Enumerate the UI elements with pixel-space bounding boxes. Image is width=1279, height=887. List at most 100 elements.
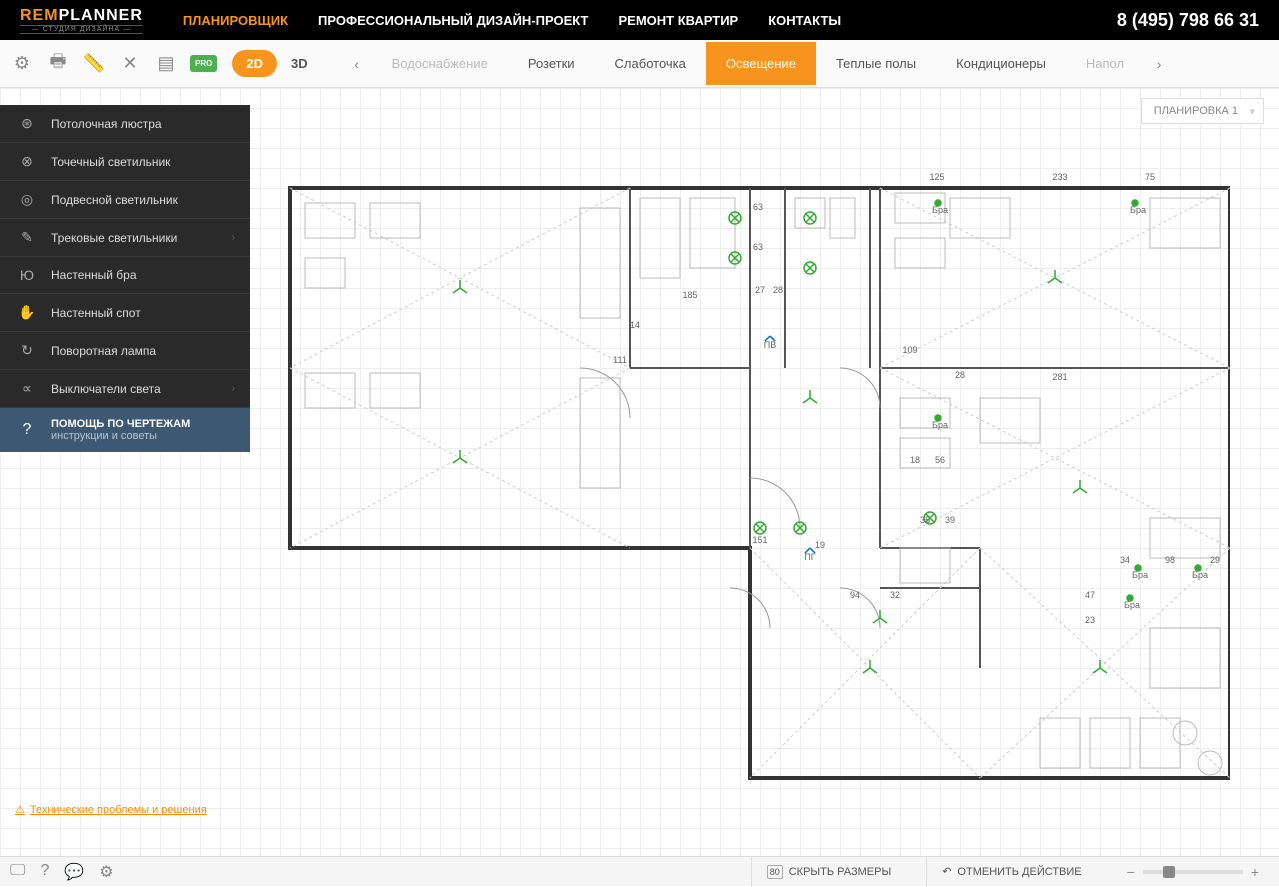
nav-design[interactable]: ПРОФЕССИОНАЛЬНЫЙ ДИЗАЙН-ПРОЕКТ: [318, 13, 588, 28]
label-bra5: Бра: [1192, 570, 1208, 580]
dim-28: 28: [773, 285, 783, 295]
zoom-out-button[interactable]: −: [1127, 864, 1135, 880]
main-header: REMPLANNER — СТУДИЯ ДИЗАЙНА — ПЛАНИРОВЩИ…: [0, 0, 1279, 40]
sidebar-swivel[interactable]: ↻ Поворотная лампа: [0, 332, 250, 370]
help-footer-icon[interactable]: ?: [40, 862, 49, 882]
dim-111: 111: [613, 355, 627, 365]
nav-contacts[interactable]: КОНТАКТЫ: [768, 13, 841, 28]
tabs-right-arrow[interactable]: ›: [1144, 56, 1174, 72]
monitor-icon[interactable]: 🖵: [10, 862, 25, 882]
sidebar-label: Поворотная лампа: [51, 344, 156, 358]
dim-281: 281: [1052, 372, 1067, 382]
view-2d-button[interactable]: 2D: [232, 50, 277, 77]
nav-repair[interactable]: РЕМОНТ КВАРТИР: [618, 13, 738, 28]
dim-125: 125: [929, 172, 944, 182]
sidebar-label: Подвесной светильник: [51, 193, 178, 207]
help-icon: ?: [15, 421, 39, 439]
dim-14: 14: [630, 320, 640, 330]
chevron-right-icon: ›: [232, 383, 235, 394]
tab-lowvoltage[interactable]: Слаботочка: [595, 42, 706, 85]
nav-planner[interactable]: ПЛАНИРОВЩИК: [183, 13, 288, 28]
tab-sockets[interactable]: Розетки: [508, 42, 595, 85]
sidebar-help[interactable]: ? ПОМОЩЬ ПО ЧЕРТЕЖАМ инструкции и советы: [0, 408, 250, 452]
chevron-right-icon: ›: [232, 232, 235, 243]
dims-badge: 80: [767, 865, 783, 879]
dim-185: 185: [682, 290, 697, 300]
ruler-icon[interactable]: 📏: [82, 52, 106, 76]
dim-98: 98: [1165, 555, 1175, 565]
track-icon: ✎: [15, 229, 39, 246]
sidebar-label: Выключатели света: [51, 382, 161, 396]
dim-32: 32: [890, 590, 900, 600]
help-subtitle: инструкции и советы: [51, 430, 190, 442]
view-toggle: 2D 3D: [232, 50, 321, 77]
sidebar-label: Потолочная люстра: [51, 117, 162, 131]
layers-icon[interactable]: ▤: [154, 52, 178, 76]
hide-dimensions-button[interactable]: 80 СКРЫТЬ РАЗМЕРЫ: [751, 857, 906, 887]
tab-floor[interactable]: Напол: [1066, 42, 1144, 85]
zoom-in-button[interactable]: +: [1251, 864, 1259, 880]
floorplan[interactable]: 125 233 75 63 63 185 27 28 14 111 109 28…: [280, 168, 1230, 818]
swivel-icon: ↻: [15, 342, 39, 359]
switch-icon: ∝: [15, 380, 39, 397]
tools-sidebar: ⊛ Потолочная люстра ⊗ Точечный светильни…: [0, 105, 250, 452]
chandelier-icon: ⊛: [15, 115, 39, 132]
hide-dims-label: СКРЫТЬ РАЗМЕРЫ: [789, 866, 891, 878]
gear-footer-icon[interactable]: ⚙: [99, 862, 113, 882]
spotlight-icon: ⊗: [15, 153, 39, 170]
sidebar-label: Настенный бра: [51, 268, 137, 282]
sidebar-bra[interactable]: Ю Настенный бра: [0, 257, 250, 294]
dim-27: 27: [755, 285, 765, 295]
sidebar-label: Трековые светильники: [51, 231, 177, 245]
toolbar: ⚙ 🖶 📏 ✕ ▤ PRO 2D 3D ‹ Водоснабжение Розе…: [0, 40, 1279, 88]
dim-63b: 63: [753, 242, 763, 252]
view-3d-button[interactable]: 3D: [277, 50, 322, 77]
dim-34: 34: [1120, 555, 1130, 565]
zoom-slider[interactable]: [1143, 870, 1243, 874]
footer: 🖵 ? 💬 ⚙ 80 СКРЫТЬ РАЗМЕРЫ ↶ ОТМЕНИТЬ ДЕЙ…: [0, 856, 1279, 886]
main-nav: ПЛАНИРОВЩИК ПРОФЕССИОНАЛЬНЫЙ ДИЗАЙН-ПРОЕ…: [183, 13, 841, 28]
tabs-left-arrow[interactable]: ‹: [342, 56, 372, 72]
dim-28b: 28: [955, 370, 965, 380]
phone-number[interactable]: 8 (495) 798 66 31: [1117, 10, 1259, 31]
label-bra1: Бра: [932, 205, 948, 215]
sidebar-pendant[interactable]: ◎ Подвесной светильник: [0, 181, 250, 219]
sidebar-wall-spot[interactable]: ✋ Настенный спот: [0, 294, 250, 332]
label-pv: ПВ: [764, 340, 776, 350]
print-icon[interactable]: 🖶: [46, 52, 70, 76]
dim-151: 151: [752, 535, 767, 545]
settings-icon[interactable]: ⚙: [10, 52, 34, 76]
logo-subtitle: — СТУДИЯ ДИЗАЙНА —: [20, 25, 143, 34]
pro-badge[interactable]: PRO: [190, 55, 217, 72]
layout-dropdown[interactable]: ПЛАНИРОВКА 1: [1141, 98, 1264, 124]
dim-19: 19: [815, 540, 825, 550]
label-pg: ПГ: [804, 552, 815, 562]
tab-water[interactable]: Водоснабжение: [372, 42, 508, 85]
logo[interactable]: REMPLANNER — СТУДИЯ ДИЗАЙНА —: [20, 7, 143, 34]
tools-icon[interactable]: ✕: [118, 52, 142, 76]
dim-29: 29: [1210, 555, 1220, 565]
sidebar-track[interactable]: ✎ Трековые светильники ›: [0, 219, 250, 257]
chat-icon[interactable]: 💬: [64, 862, 84, 882]
dim-233: 233: [1052, 172, 1067, 182]
undo-icon: ↶: [942, 865, 951, 878]
label-bra3: Бра: [932, 420, 948, 430]
zoom-control: − +: [1117, 864, 1269, 880]
wallspot-icon: ✋: [15, 304, 39, 321]
dim-47: 47: [1085, 590, 1095, 600]
tab-ac[interactable]: Кондиционеры: [936, 42, 1066, 85]
pendant-icon: ◎: [15, 191, 39, 208]
sidebar-switches[interactable]: ∝ Выключатели света ›: [0, 370, 250, 408]
help-title: ПОМОЩЬ ПО ЧЕРТЕЖАМ: [51, 418, 190, 430]
logo-rem: REM: [20, 7, 59, 24]
dim-75: 75: [1145, 172, 1155, 182]
sidebar-chandelier[interactable]: ⊛ Потолочная люстра: [0, 105, 250, 143]
sidebar-label: Точечный светильник: [51, 155, 170, 169]
dim-56: 56: [935, 455, 945, 465]
tab-heating[interactable]: Теплые полы: [816, 42, 936, 85]
sidebar-spotlight[interactable]: ⊗ Точечный светильник: [0, 143, 250, 181]
dim-94: 94: [850, 590, 860, 600]
undo-button[interactable]: ↶ ОТМЕНИТЬ ДЕЙСТВИЕ: [926, 857, 1096, 887]
tech-problems-link[interactable]: Технические проблемы и решения: [15, 803, 207, 816]
tab-lighting[interactable]: Освещение: [706, 42, 816, 85]
